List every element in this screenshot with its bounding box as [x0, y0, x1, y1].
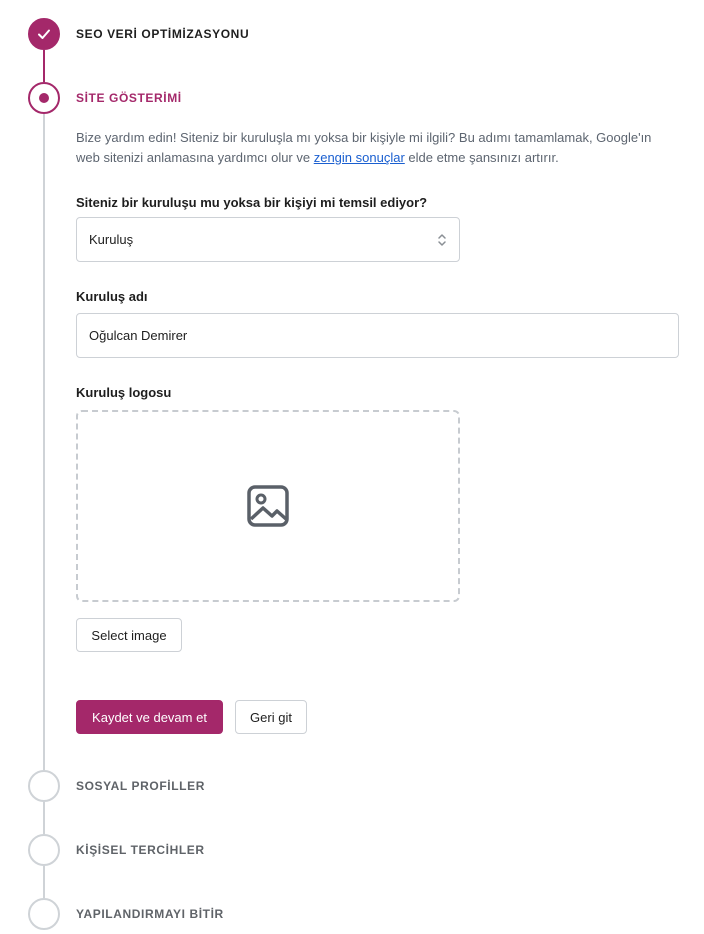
step-title-finish-configuration: YAPILANDIRMAYI BİTİR	[76, 907, 224, 921]
step-3-status	[28, 770, 60, 802]
step-5-status	[28, 898, 60, 930]
org-logo-dropzone[interactable]	[76, 410, 460, 602]
site-type-label: Siteniz bir kuruluşu mu yoksa bir kişiyi…	[76, 195, 428, 210]
org-name-label: Kuruluş adı	[76, 289, 148, 304]
timeline-connector	[43, 50, 45, 82]
step-title-seo-data-optimization[interactable]: SEO VERİ OPTİMİZASYONU	[76, 27, 249, 41]
image-icon	[247, 485, 289, 527]
rich-results-link[interactable]: zengin sonuçlar	[314, 150, 405, 165]
step-4-status	[28, 834, 60, 866]
timeline-connector	[43, 866, 45, 898]
description-text-end: elde etme şansınızı artırır.	[404, 150, 559, 165]
step-1-status	[28, 18, 60, 50]
org-name-input[interactable]: Oğulcan Demirer	[76, 313, 679, 358]
step-title-personal-preferences: KİŞİSEL TERCİHLER	[76, 843, 205, 857]
checkmark-icon	[38, 29, 50, 39]
select-image-button[interactable]: Select image	[76, 618, 182, 652]
save-continue-button[interactable]: Kaydet ve devam et	[76, 700, 223, 734]
step-title-social-profiles: SOSYAL PROFİLLER	[76, 779, 205, 793]
site-type-selected-value: Kuruluş	[89, 232, 134, 247]
site-type-select[interactable]: Kuruluş	[76, 217, 460, 262]
org-logo-label: Kuruluş logosu	[76, 385, 172, 400]
chevron-up-down-icon	[438, 233, 446, 246]
step-title-site-representation: SİTE GÖSTERİMİ	[76, 91, 182, 105]
step-description: Bize yardım edin! Siteniz bir kuruluşla …	[76, 128, 678, 168]
org-name-value: Oğulcan Demirer	[89, 328, 188, 343]
timeline-connector	[43, 802, 45, 834]
timeline-connector	[43, 114, 45, 770]
active-step-dot	[39, 93, 49, 103]
setup-wizard: SEO VERİ OPTİMİZASYONU SİTE GÖSTERİMİ Bi…	[0, 0, 704, 934]
step-2-status	[28, 82, 60, 114]
back-button[interactable]: Geri git	[235, 700, 307, 734]
